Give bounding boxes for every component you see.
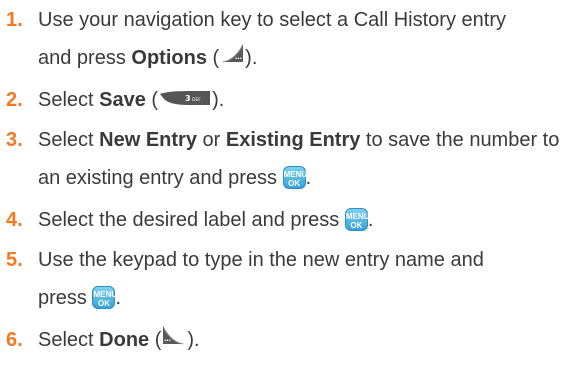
- paren-close: ).: [245, 47, 258, 69]
- existing-entry-label: Existing Entry: [225, 129, 361, 151]
- done-label: Done: [99, 329, 150, 351]
- step-text-line: Use your navigation key to select a Call…: [38, 9, 506, 31]
- paren-open: (: [206, 47, 220, 69]
- step-text-line: Select the desired label and press: [38, 209, 345, 231]
- step-text-line: to save the number to: [360, 129, 560, 151]
- step-text: an existing entry and press MENU OK.: [38, 162, 311, 194]
- step-text: and press Options ( …).: [38, 42, 257, 74]
- instruction-steps: 1. Use your navigation key to select a C…: [0, 0, 580, 377]
- step-text-line: or: [196, 129, 226, 151]
- step-text-line: and press: [38, 47, 132, 69]
- step-number: 5.: [6, 249, 23, 271]
- step-text-line: Select: [38, 89, 100, 111]
- step-text: Select Save (3 DEF).: [38, 84, 224, 116]
- three-key-letters: DEF: [192, 97, 201, 103]
- done-softkey-icon: …: [161, 324, 187, 356]
- save-label: Save: [99, 89, 146, 111]
- step-text-line: Select: [38, 129, 100, 151]
- options-label: Options: [131, 47, 207, 69]
- step-text: Use your navigation key to select a Call…: [38, 4, 506, 36]
- options-softkey-icon: …: [219, 42, 245, 74]
- paren-close: ).: [187, 329, 200, 351]
- step-number: 2.: [6, 89, 23, 111]
- step-text: press MENU OK.: [38, 282, 121, 314]
- step-text: Use the keypad to type in the new entry …: [38, 244, 484, 276]
- step-text-line: Use the keypad to type in the new entry …: [38, 249, 484, 271]
- step-text: Select New Entry or Existing Entry to sa…: [38, 124, 559, 156]
- menu-ok-key-icon: MENU OK: [282, 166, 307, 190]
- step-number: 6.: [6, 329, 23, 351]
- step-text-line: press: [38, 287, 93, 309]
- paren-close: ).: [212, 89, 225, 111]
- step-number: 3.: [6, 129, 23, 151]
- svg-text:…: …: [164, 335, 171, 343]
- step-text-line: Select: [38, 329, 100, 351]
- paren-open: (: [149, 329, 162, 351]
- new-entry-label: New Entry: [99, 129, 197, 151]
- step-number: 1.: [6, 9, 23, 31]
- step-text: Select the desired label and press MENU O…: [38, 204, 373, 236]
- step-text-line: an existing entry and press: [38, 167, 283, 189]
- three-key-icon: 3 DEF: [158, 84, 212, 116]
- svg-text:…: …: [235, 53, 242, 61]
- menu-ok-key-icon: MENU OK: [344, 208, 369, 232]
- menu-ok-key-icon: MENU OK: [92, 286, 117, 310]
- step-number: 4.: [6, 209, 23, 231]
- three-key-digit: 3: [185, 94, 191, 103]
- step-text: Select Done (…).: [38, 324, 200, 356]
- paren-open: (: [145, 89, 159, 111]
